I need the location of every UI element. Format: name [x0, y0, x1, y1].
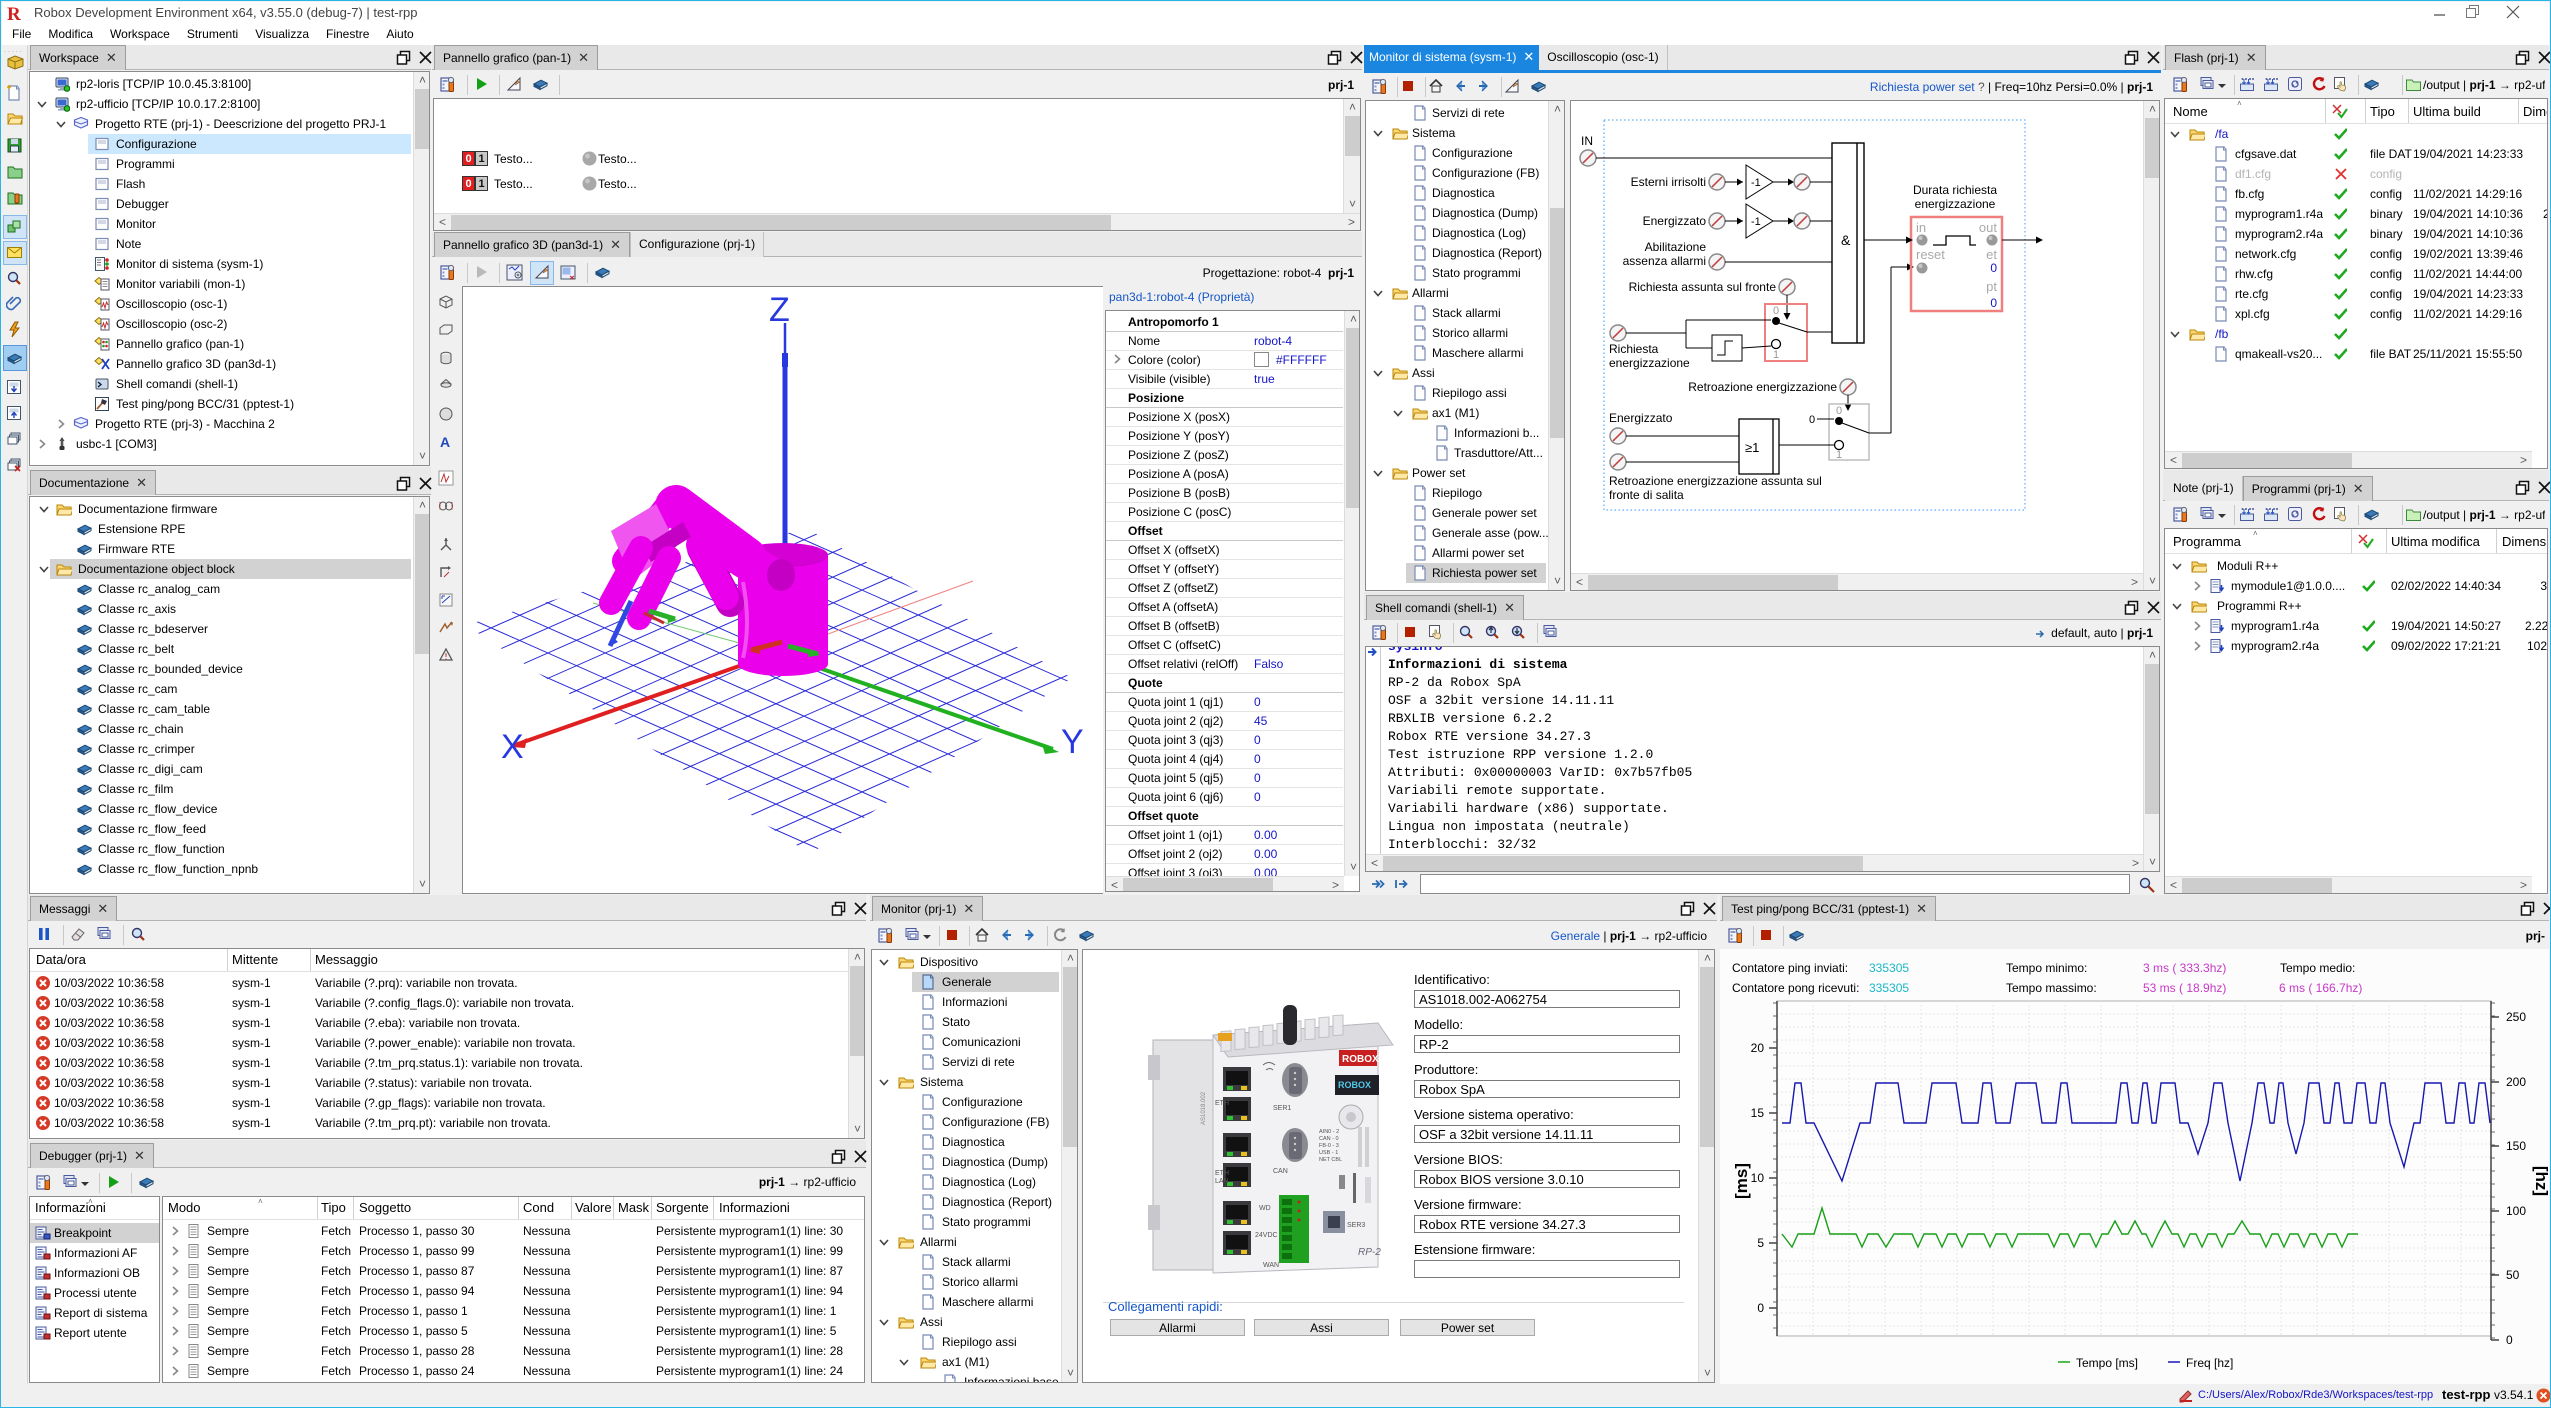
svg-text:Richiesta: Richiesta: [1609, 342, 1659, 356]
svg-text:0: 0: [1990, 296, 1997, 310]
svg-text:X: X: [501, 728, 524, 766]
svg-text:assenza allarmi: assenza allarmi: [1623, 254, 1706, 268]
svg-text:pt: pt: [1986, 279, 1997, 294]
svg-text:20: 20: [1751, 1041, 1765, 1055]
svg-text:0: 0: [1836, 405, 1842, 417]
svg-text:15: 15: [1751, 1106, 1765, 1120]
svg-text:-1: -1: [1751, 216, 1761, 228]
svg-text:Freq [hz]: Freq [hz]: [2186, 1356, 2233, 1370]
svg-text:et: et: [1986, 247, 1997, 262]
svg-text:in: in: [1916, 220, 1926, 235]
svg-text:energizzazione: energizzazione: [1609, 356, 1690, 370]
svg-text:CAN - 0: CAN - 0: [1319, 1136, 1339, 1142]
svg-text:10: 10: [1751, 1171, 1765, 1185]
svg-text:0: 0: [1809, 414, 1815, 426]
svg-text:ETH: ETH: [1215, 1170, 1229, 1177]
svg-text:Abilitazione: Abilitazione: [1645, 240, 1707, 254]
svg-text:ROBOX: ROBOX: [1338, 1080, 1371, 1090]
svg-text:Z: Z: [769, 291, 790, 329]
svg-text:USB - 1: USB - 1: [1319, 1150, 1338, 1156]
svg-text:ETH: ETH: [1215, 1100, 1229, 1107]
svg-text:1: 1: [1836, 449, 1842, 461]
svg-text:SER1: SER1: [1273, 1105, 1291, 1112]
svg-text:out: out: [1979, 220, 1997, 235]
svg-text:A: A: [440, 434, 450, 450]
svg-text:150: 150: [2506, 1139, 2526, 1153]
svg-text:reset: reset: [1916, 247, 1945, 262]
svg-text:Durata richiesta: Durata richiesta: [1913, 183, 1997, 197]
svg-text:24VDC: 24VDC: [1255, 1232, 1278, 1239]
svg-text:Retroazione energizzazione ass: Retroazione energizzazione assunta sul: [1609, 474, 1822, 488]
svg-text:Richiesta assunta sul fronte: Richiesta assunta sul fronte: [1629, 280, 1777, 294]
svg-text:200: 200: [2506, 1075, 2526, 1089]
svg-text:0: 0: [2506, 1333, 2513, 1347]
svg-text:LAN: LAN: [1215, 1178, 1229, 1185]
svg-text:Y: Y: [1061, 723, 1084, 761]
svg-text:Energizzato: Energizzato: [1609, 411, 1673, 425]
svg-text:AIN0 - 2: AIN0 - 2: [1319, 1129, 1339, 1135]
svg-text:RP-2: RP-2: [1358, 1247, 1381, 1258]
svg-text:Esterni irrisolti: Esterni irrisolti: [1631, 175, 1706, 189]
svg-text:0: 0: [1990, 261, 1997, 275]
svg-text:1: 1: [1773, 349, 1779, 361]
svg-text:WD: WD: [1259, 1205, 1271, 1212]
svg-text:&: &: [1841, 232, 1851, 248]
svg-text:250: 250: [2506, 1010, 2526, 1024]
svg-text:WAN: WAN: [1263, 1262, 1279, 1269]
svg-text:100: 100: [2506, 1204, 2526, 1218]
svg-text:[hz]: [hz]: [2532, 1166, 2549, 1196]
svg-text:5: 5: [1757, 1236, 1764, 1250]
svg-text:AS1018.002: AS1018.002: [1201, 1091, 1207, 1125]
svg-text:0: 0: [1757, 1301, 1764, 1315]
svg-text:FB-0 - 3: FB-0 - 3: [1319, 1143, 1339, 1149]
svg-text:NET CBL: NET CBL: [1319, 1157, 1342, 1163]
svg-text:ROBOX: ROBOX: [1342, 1054, 1379, 1065]
svg-text:≥1: ≥1: [1745, 440, 1759, 455]
svg-text:IN: IN: [1581, 134, 1593, 148]
svg-text:[ms]: [ms]: [1732, 1163, 1751, 1199]
svg-text:0: 0: [1773, 305, 1779, 317]
svg-text:Energizzato: Energizzato: [1643, 214, 1707, 228]
svg-text:-1: -1: [1751, 177, 1761, 189]
svg-text:fronte di salita: fronte di salita: [1609, 488, 1684, 502]
svg-text:CAN: CAN: [1273, 1168, 1288, 1175]
svg-text:SER3: SER3: [1347, 1222, 1365, 1229]
svg-text:50: 50: [2506, 1268, 2520, 1282]
svg-text:Tempo [ms]: Tempo [ms]: [2076, 1356, 2138, 1370]
svg-text:Retroazione energizzazione: Retroazione energizzazione: [1688, 380, 1837, 394]
svg-text:R: R: [7, 4, 21, 23]
svg-text:energizzazione: energizzazione: [1915, 197, 1996, 211]
